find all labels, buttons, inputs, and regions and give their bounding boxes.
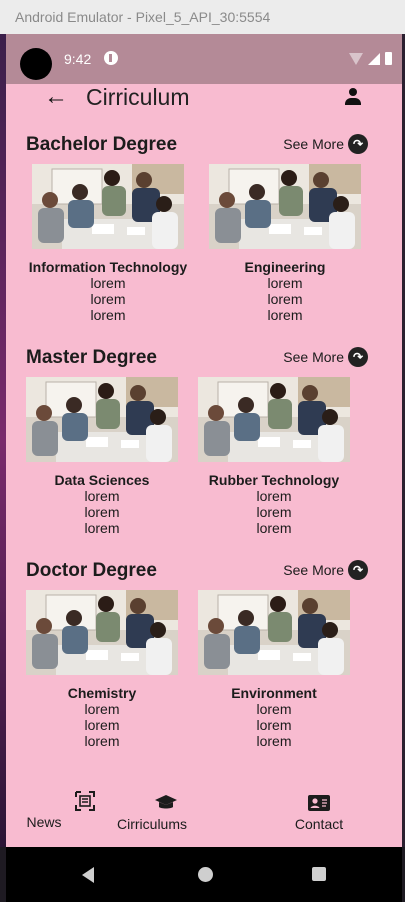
- course-card[interactable]: Rubber Technology lorem lorem lorem: [179, 377, 369, 536]
- signal-icon: [368, 53, 380, 65]
- course-card[interactable]: Environment lorem lorem lorem: [179, 590, 369, 749]
- see-more-label: See More: [283, 136, 344, 152]
- course-image: [209, 164, 361, 249]
- back-arrow-icon[interactable]: ←: [44, 85, 68, 109]
- arrow-redo-icon: ↷: [348, 560, 368, 580]
- course-card[interactable]: Information Technology lorem lorem lorem: [13, 164, 203, 323]
- app-bar: ← Cirriculum: [6, 84, 402, 114]
- course-title: Engineering: [244, 259, 326, 275]
- course-desc-line: lorem: [256, 504, 292, 520]
- arrow-redo-icon: ↷: [348, 134, 368, 154]
- system-home-icon[interactable]: [198, 867, 213, 882]
- course-image: [26, 377, 178, 462]
- status-time: 9:42: [64, 51, 92, 67]
- course-image: [26, 590, 178, 675]
- course-desc-line: lorem: [84, 520, 120, 536]
- window-title: Android Emulator - Pixel_5_API_30:5554: [0, 0, 405, 34]
- graduation-cap-icon: [155, 795, 177, 809]
- camera-cutout: [20, 48, 52, 80]
- course-desc-line: lorem: [267, 291, 303, 307]
- course-desc-line: lorem: [90, 291, 126, 307]
- course-card[interactable]: Data Sciences lorem lorem lorem: [7, 377, 197, 536]
- course-desc-line: lorem: [256, 520, 292, 536]
- course-desc-line: lorem: [256, 488, 292, 504]
- see-more-button[interactable]: See More ↷: [283, 560, 368, 580]
- status-bar: 9:42: [6, 34, 402, 84]
- nav-label: Contact: [294, 816, 344, 832]
- page-title: Cirriculum: [86, 84, 190, 110]
- see-more-button[interactable]: See More ↷: [283, 347, 368, 367]
- course-desc-line: lorem: [256, 701, 292, 717]
- nav-item-contact[interactable]: Contact: [292, 794, 346, 832]
- course-card[interactable]: Chemistry lorem lorem lorem: [7, 590, 197, 749]
- nav-label: News: [26, 814, 62, 830]
- course-desc-line: lorem: [84, 717, 120, 733]
- news-icon: [75, 791, 95, 811]
- course-desc-line: lorem: [84, 504, 120, 520]
- section-title: Master Degree: [26, 347, 157, 368]
- system-recents-icon[interactable]: [312, 867, 326, 881]
- battery-icon: [385, 52, 392, 65]
- course-title: Information Technology: [28, 259, 188, 275]
- nav-label: Cirriculums: [117, 816, 187, 832]
- sync-icon: [104, 51, 118, 65]
- course-desc-line: lorem: [256, 733, 292, 749]
- course-image: [198, 377, 350, 462]
- course-desc-line: lorem: [267, 307, 303, 323]
- system-icons: [349, 52, 392, 65]
- course-desc-line: lorem: [90, 307, 126, 323]
- course-image: [198, 590, 350, 675]
- course-desc-line: lorem: [84, 733, 120, 749]
- nav-item-news[interactable]: News: [24, 790, 95, 830]
- course-desc-line: lorem: [90, 275, 126, 291]
- system-navigation-bar: [6, 847, 402, 902]
- course-image: [32, 164, 184, 249]
- profile-icon[interactable]: [342, 86, 364, 108]
- course-title: Rubber Technology: [208, 472, 340, 488]
- nav-item-curriculums[interactable]: Cirriculums: [114, 794, 190, 832]
- course-title: Data Sciences: [54, 472, 150, 488]
- section-title: Doctor Degree: [26, 560, 157, 581]
- course-title: Environment: [231, 685, 317, 701]
- arrow-redo-icon: ↷: [348, 347, 368, 367]
- course-desc-line: lorem: [84, 701, 120, 717]
- course-desc-line: lorem: [256, 717, 292, 733]
- course-desc-line: lorem: [267, 275, 303, 291]
- phone-screen: 9:42 ← Cirriculum Bachelor Degree See Mo…: [6, 34, 402, 847]
- wifi-icon: [349, 53, 363, 65]
- see-more-button[interactable]: See More ↷: [283, 134, 368, 154]
- contact-card-icon: [308, 795, 330, 811]
- course-card[interactable]: Engineering lorem lorem lorem: [190, 164, 380, 323]
- system-back-icon[interactable]: [82, 867, 94, 883]
- see-more-label: See More: [283, 562, 344, 578]
- bottom-navigation: News Cirriculums Contact: [6, 780, 402, 840]
- section-title: Bachelor Degree: [26, 134, 178, 155]
- course-desc-line: lorem: [84, 488, 120, 504]
- see-more-label: See More: [283, 349, 344, 365]
- course-title: Chemistry: [67, 685, 137, 701]
